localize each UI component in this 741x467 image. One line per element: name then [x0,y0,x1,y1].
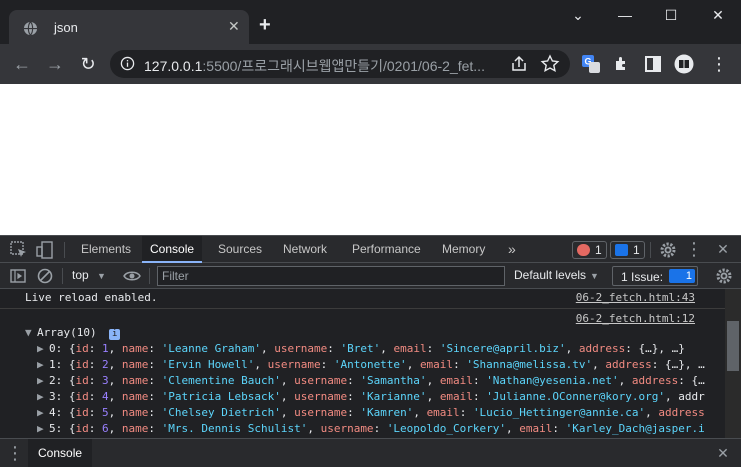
array-item-row[interactable]: ▶ 0: {id: 1, name: 'Leanne Graham', usern… [0,341,725,357]
new-tab-button[interactable]: + [259,15,271,35]
tab-console[interactable]: Console [142,236,203,263]
console-output: Live reload enabled. 06-2_fetch.html:43 … [0,289,741,438]
tab-elements[interactable]: Elements [73,236,139,263]
profile-avatar-icon[interactable] [674,54,694,74]
inspect-element-icon[interactable] [9,240,29,260]
page-viewport [0,84,741,235]
devtools-tabbar: Elements Console Sources Network Perform… [0,235,741,263]
console-settings-gear-icon[interactable] [714,266,734,286]
sidebar-toggle-icon[interactable] [8,266,28,286]
title-bar: json ✕ + ⌄ — ☐ ✕ [0,0,741,44]
drawer-tab-console[interactable]: Console [28,439,93,467]
expand-triangle-icon[interactable]: ▶ [37,421,49,437]
info-icon[interactable] [120,56,135,71]
more-tabs-button[interactable]: » [500,236,524,263]
chevron-down-icon[interactable]: ⌄ [556,0,600,30]
console-toolbar: top ▼ Filter Default levels ▼ 1 Issue: 1 [0,263,741,289]
divider [149,268,150,284]
expand-triangle-icon[interactable]: ▶ [37,341,49,357]
source-link[interactable]: 06-2_fetch.html:43 [576,290,695,306]
expand-triangle-icon[interactable]: ▶ [37,405,49,421]
minimize-button[interactable]: — [603,0,647,30]
devtools-drawer: ⋮ Console ✕ [0,438,741,467]
back-button[interactable]: ← [11,53,33,75]
reload-button[interactable]: ↻ [77,53,99,75]
kebab-menu-icon[interactable]: ⋮ [708,53,730,75]
array-item-row[interactable]: ▶ 2: {id: 3, name: 'Clementine Bauch', us… [0,373,725,389]
issues-button[interactable]: 1 Issue: 1 [612,266,698,286]
log-levels-dropdown[interactable]: Default levels [514,268,586,282]
kebab-menu-icon[interactable]: ⋮ [683,238,705,260]
expand-triangle-icon[interactable]: ▼ [25,325,37,341]
drawer-menu-icon[interactable]: ⋮ [4,442,26,464]
expand-triangle-icon[interactable]: ▶ [37,357,49,373]
maximize-button[interactable]: ☐ [649,0,693,30]
side-panel-icon[interactable] [643,54,663,74]
window-close-button[interactable]: ✕ [696,0,740,30]
message-count-badge[interactable]: 1 [610,241,645,259]
gear-icon[interactable] [658,240,678,260]
context-selector[interactable]: top [72,268,89,282]
divider [62,268,63,284]
bookmark-star-icon[interactable] [540,54,560,74]
globe-icon [23,21,38,36]
translate-icon[interactable]: G [581,54,601,74]
device-toolbar-icon[interactable] [35,240,55,260]
divider [650,242,651,258]
tab-network[interactable]: Network [275,236,335,263]
share-icon[interactable] [509,54,529,74]
dropdown-arrow-icon[interactable]: ▼ [97,271,106,281]
eye-icon[interactable] [122,266,142,286]
array-header[interactable]: ▼ Array(10) i [0,325,725,341]
close-icon[interactable]: ✕ [228,19,240,33]
close-devtools-icon[interactable]: ✕ [712,238,734,260]
console-message: Live reload enabled. 06-2_fetch.html:43 [25,290,695,306]
clear-console-icon[interactable] [35,266,55,286]
scrollbar[interactable] [725,289,741,438]
scrollbar-thumb[interactable] [727,321,739,371]
tab-sources[interactable]: Sources [210,236,270,263]
expand-triangle-icon[interactable]: ▶ [37,373,49,389]
close-drawer-icon[interactable]: ✕ [712,442,734,464]
error-count-badge[interactable]: 1 [572,241,607,259]
extensions-icon[interactable] [612,54,632,74]
filter-input[interactable]: Filter [157,266,505,286]
array-item-row[interactable]: ▶ 4: {id: 5, name: 'Chelsey Dietrich', us… [0,405,725,421]
url-text: 127.0.0.1:5500/프로그래시브웹앱만들기/0201/06-2_fet… [144,58,485,74]
browser-toolbar: ← → ↻ 127.0.0.1:5500/프로그래시브웹앱만들기/0201/06… [0,44,741,84]
info-badge-icon: i [109,329,121,340]
tab-title: json [54,20,78,35]
tab-performance[interactable]: Performance [344,236,429,263]
forward-button[interactable]: → [44,53,66,75]
error-icon [577,244,590,256]
address-bar[interactable]: 127.0.0.1:5500/프로그래시브웹앱만들기/0201/06-2_fet… [110,50,570,78]
dropdown-arrow-icon[interactable]: ▼ [590,271,599,281]
expand-triangle-icon[interactable]: ▶ [37,389,49,405]
array-item-row[interactable]: ▶ 5: {id: 6, name: 'Mrs. Dennis Schulist'… [0,421,725,437]
message-icon [615,244,628,256]
issues-count: 1 [669,269,695,283]
tab-memory[interactable]: Memory [434,236,493,263]
divider [64,242,65,258]
array-item-row[interactable]: ▶ 1: {id: 2, name: 'Ervin Howell', userna… [0,357,725,373]
array-item-row[interactable]: ▶ 3: {id: 4, name: 'Patricia Lebsack', us… [0,389,725,405]
browser-tab[interactable]: json ✕ [9,10,249,44]
